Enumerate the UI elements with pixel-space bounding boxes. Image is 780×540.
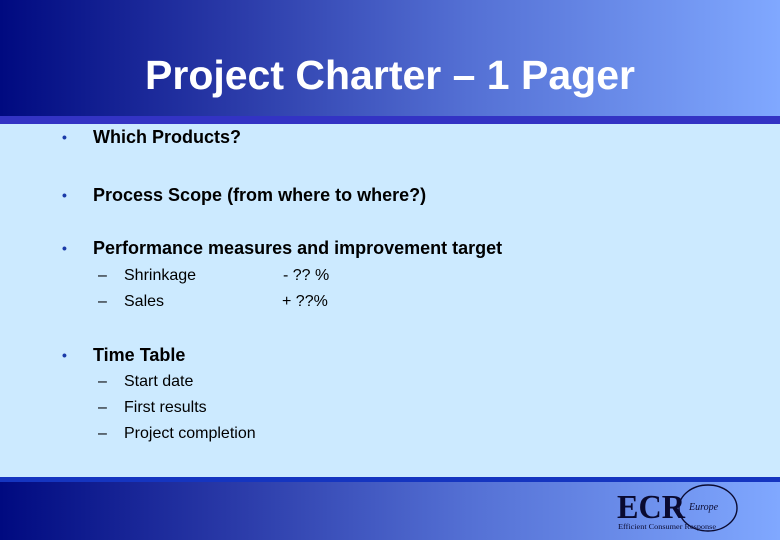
bullet-text: Time Table bbox=[93, 345, 186, 365]
subitem-text: Shrinkage bbox=[124, 267, 197, 284]
dash-icon: – bbox=[98, 293, 107, 310]
sales-target: + ??% bbox=[282, 293, 328, 310]
subitem-text: Sales bbox=[124, 293, 165, 310]
subitem-text: Project completion bbox=[124, 425, 256, 442]
slide-title: Project Charter – 1 Pager bbox=[145, 52, 635, 98]
bullet-icon: • bbox=[62, 347, 67, 363]
logo-region-text: Europe bbox=[688, 502, 719, 513]
logo-main-text: ECR bbox=[617, 489, 685, 526]
bullet-icon: • bbox=[62, 240, 67, 256]
dash-icon: – bbox=[98, 267, 107, 284]
subitem-text: Start date bbox=[124, 373, 194, 390]
ecr-europe-logo: ECR Europe Efficient Consumer Response bbox=[617, 484, 738, 532]
header-divider bbox=[0, 116, 780, 124]
bullet-text: Which Products? bbox=[93, 127, 241, 147]
bullet-text: Performance measures and improvement tar… bbox=[93, 238, 503, 258]
bullet-text: Process Scope (from where to where?) bbox=[93, 185, 427, 205]
shrinkage-target: - ?? % bbox=[283, 267, 330, 284]
bullet-icon: • bbox=[62, 187, 67, 203]
title-banner: Project Charter – 1 Pager bbox=[0, 0, 780, 116]
slide-body bbox=[0, 124, 780, 477]
dash-icon: – bbox=[98, 425, 107, 442]
bullet-icon: • bbox=[62, 129, 67, 145]
logo-tagline: Efficient Consumer Response bbox=[618, 522, 717, 531]
dash-icon: – bbox=[98, 373, 107, 390]
dash-icon: – bbox=[98, 399, 107, 416]
subitem-text: First results bbox=[124, 399, 207, 416]
